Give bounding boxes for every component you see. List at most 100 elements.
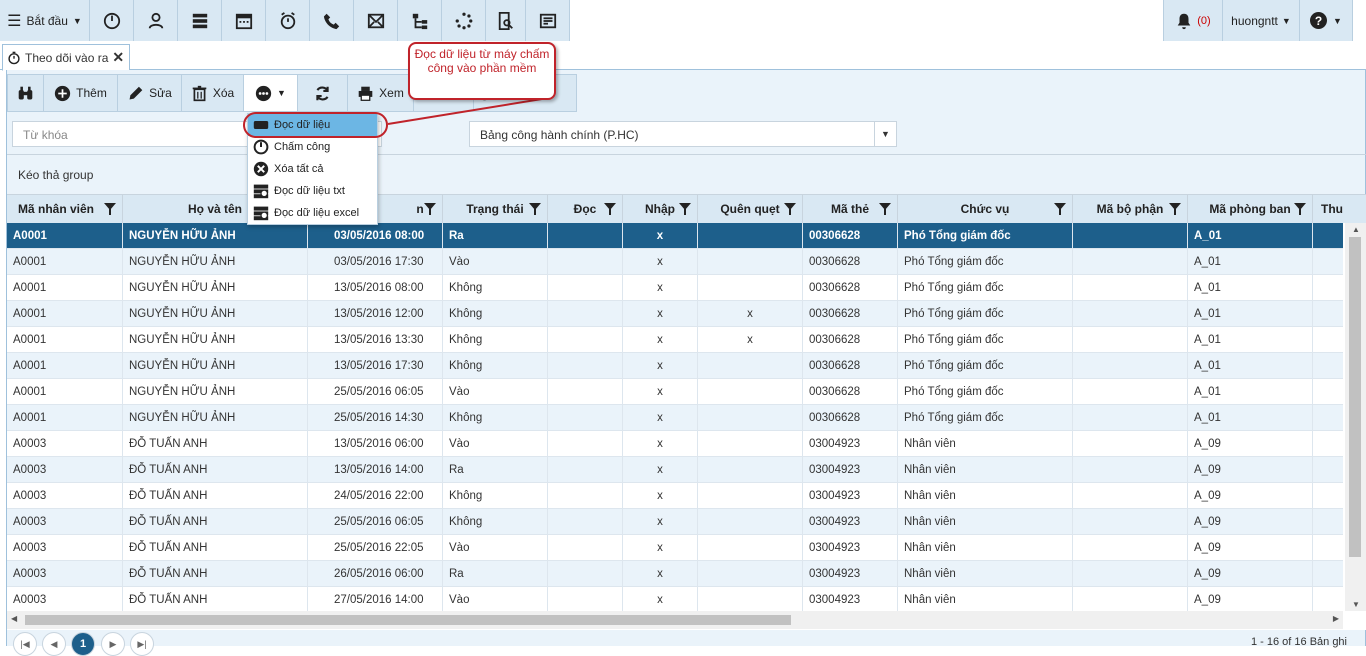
table-cell: x — [623, 561, 698, 587]
page-number-button[interactable]: 1 — [71, 632, 95, 656]
filter-icon[interactable] — [784, 203, 796, 215]
filter-icon[interactable] — [104, 203, 116, 215]
column-header[interactable]: Quên quẹt — [698, 195, 803, 223]
notification-button[interactable]: (0) — [1163, 0, 1223, 41]
vertical-scroll-thumb[interactable] — [1349, 237, 1361, 557]
filter-icon[interactable] — [1054, 203, 1066, 215]
column-header[interactable]: Chức vụ — [898, 195, 1073, 223]
calendar-button[interactable] — [222, 0, 266, 41]
report-button[interactable] — [526, 0, 570, 41]
table-cell: Nhân viên — [898, 457, 1073, 483]
caret-down-icon[interactable]: ▼ — [874, 122, 896, 146]
table-row[interactable]: A0001 NGUYỄN HỮU ẢNH 25/05/2016 06:05 Vào x 0… — [7, 379, 1343, 405]
filter-icon[interactable] — [604, 203, 616, 215]
table-row[interactable]: A0003 ĐỖ TUẤN ANH 13/05/2016 14:00 Ra x 03004… — [7, 457, 1343, 483]
table-cell — [1313, 223, 1343, 249]
column-header-label: Nhập — [645, 202, 675, 216]
table-row[interactable]: A0001 NGUYỄN HỮU ẢNH 03/05/2016 17:30 Vào x 0… — [7, 249, 1343, 275]
table-cell — [548, 327, 623, 353]
org-chart-button[interactable] — [398, 0, 442, 41]
refresh-icon — [316, 86, 329, 100]
menu-item-read-excel[interactable]: Đọc dữ liệu excel — [248, 202, 377, 224]
help-button[interactable]: ? ▼ — [1300, 0, 1353, 41]
menu-item-read-txt[interactable]: Đọc dữ liệu txt — [248, 180, 377, 202]
table-cell — [1073, 327, 1188, 353]
tab-theo-doi-vao-ra[interactable]: Theo dõi vào ra ✕ — [2, 44, 130, 71]
group-drop-area[interactable]: Kéo thả group — [7, 154, 1366, 194]
table-row[interactable]: A0003 ĐỖ TUẤN ANH 27/05/2016 14:00 Vào x 0300… — [7, 587, 1343, 611]
filter-icon[interactable] — [879, 203, 891, 215]
column-header[interactable]: Trạng thái — [443, 195, 548, 223]
table-row[interactable]: A0001 NGUYỄN HỮU ẢNH 13/05/2016 12:00 Không… — [7, 301, 1343, 327]
filter-icon[interactable] — [529, 203, 541, 215]
table-cell: Vào — [443, 535, 548, 561]
scroll-left-icon[interactable]: ◀ — [11, 614, 17, 623]
table-row[interactable]: A0003 ĐỖ TUẤN ANH 24/05/2016 22:00 Không x 03… — [7, 483, 1343, 509]
column-header[interactable]: Mã thẻ — [803, 195, 898, 223]
table-row[interactable]: A0001 NGUYỄN HỮU ẢNH 13/05/2016 13:30 Không… — [7, 327, 1343, 353]
filter-row: Từ khóa Bảng công hành chính (P.HC) ▼ — [7, 118, 1366, 154]
column-header[interactable]: Nhập — [623, 195, 698, 223]
start-menu-button[interactable]: ☰ Bắt đầu ▼ — [0, 0, 90, 41]
search-button[interactable] — [8, 75, 44, 111]
table-cell: NGUYỄN HỮU ẢNH — [123, 223, 308, 249]
mail-button[interactable] — [354, 0, 398, 41]
user-menu-button[interactable]: huongntt ▼ — [1223, 0, 1300, 41]
timesheet-select[interactable]: Bảng công hành chính (P.HC) ▼ — [469, 121, 897, 147]
delete-button[interactable]: Xóa — [182, 75, 244, 111]
table-cell: 03004923 — [803, 509, 898, 535]
horizontal-scrollbar[interactable]: ◀ ▶ — [7, 611, 1343, 629]
column-header-label: Trạng thái — [466, 202, 524, 216]
column-header[interactable]: Mã phòng ban — [1188, 195, 1313, 223]
refresh-button[interactable] — [298, 75, 348, 111]
calendar-icon — [235, 13, 252, 29]
scroll-up-icon[interactable]: ▲ — [1352, 225, 1360, 234]
table-cell: 00306628 — [803, 379, 898, 405]
menu-item-delete-all[interactable]: Xóa tất cả — [248, 158, 377, 180]
column-header[interactable]: Mã nhân viên — [7, 195, 123, 223]
table-row[interactable]: A0003 ĐỖ TUẤN ANH 13/05/2016 06:00 Vào x 0300… — [7, 431, 1343, 457]
next-page-button[interactable]: ▶ — [101, 632, 125, 656]
add-button[interactable]: Thêm — [44, 75, 118, 111]
table-row[interactable]: A0001 NGUYỄN HỮU ẢNH 13/05/2016 17:30 Không… — [7, 353, 1343, 379]
column-header[interactable]: Đọc — [548, 195, 623, 223]
dashboard-button[interactable] — [90, 0, 134, 41]
phone-button[interactable] — [310, 0, 354, 41]
filter-icon[interactable] — [1169, 203, 1181, 215]
table-row[interactable]: A0001 NGUYỄN HỮU ẢNH 03/05/2016 08:00 Ra x 00… — [7, 223, 1343, 249]
horizontal-scroll-thumb[interactable] — [25, 615, 791, 625]
prev-page-button[interactable]: ◀ — [42, 632, 66, 656]
table-row[interactable]: A0003 ĐỖ TUẤN ANH 26/05/2016 06:00 Ra x 03004… — [7, 561, 1343, 587]
report-search-button[interactable] — [486, 0, 526, 41]
list-button[interactable] — [178, 0, 222, 41]
first-page-button[interactable]: |◀ — [13, 632, 37, 656]
filter-icon[interactable] — [1294, 203, 1306, 215]
table-cell — [698, 457, 803, 483]
loading-button[interactable] — [442, 0, 486, 41]
table-cell: Phó Tổng giám đốc — [898, 275, 1073, 301]
notification-count: (0) — [1197, 14, 1211, 27]
more-actions-button[interactable]: ▼ — [244, 75, 298, 111]
filter-icon[interactable] — [424, 203, 436, 215]
last-page-button[interactable]: ▶| — [130, 632, 154, 656]
table-row[interactable]: A0003 ĐỖ TUẤN ANH 25/05/2016 06:05 Không x 03… — [7, 509, 1343, 535]
alarm-button[interactable] — [266, 0, 310, 41]
table-cell — [548, 561, 623, 587]
scroll-right-icon[interactable]: ▶ — [1333, 614, 1339, 623]
edit-button[interactable]: Sửa — [118, 75, 182, 111]
table-row[interactable]: A0003 ĐỖ TUẤN ANH 25/05/2016 22:05 Vào x 0300… — [7, 535, 1343, 561]
scroll-down-icon[interactable]: ▼ — [1352, 600, 1360, 609]
close-icon[interactable]: ✕ — [112, 49, 124, 66]
filter-icon[interactable] — [679, 203, 691, 215]
employee-button[interactable] — [134, 0, 178, 41]
column-header[interactable]: Thu — [1313, 195, 1353, 223]
column-header[interactable]: Mã bộ phận — [1073, 195, 1188, 223]
print-view-button[interactable]: Xem — [348, 75, 414, 111]
table-row[interactable]: A0001 NGUYỄN HỮU ẢNH 25/05/2016 14:30 Không… — [7, 405, 1343, 431]
table-cell: Không — [443, 275, 548, 301]
table-cell: Vào — [443, 431, 548, 457]
menu-item-timekeeping[interactable]: Chấm công — [248, 136, 377, 158]
vertical-scrollbar[interactable]: ▲ ▼ — [1345, 223, 1366, 611]
table-cell: Nhân viên — [898, 561, 1073, 587]
table-row[interactable]: A0001 NGUYỄN HỮU ẢNH 13/05/2016 08:00 Không… — [7, 275, 1343, 301]
